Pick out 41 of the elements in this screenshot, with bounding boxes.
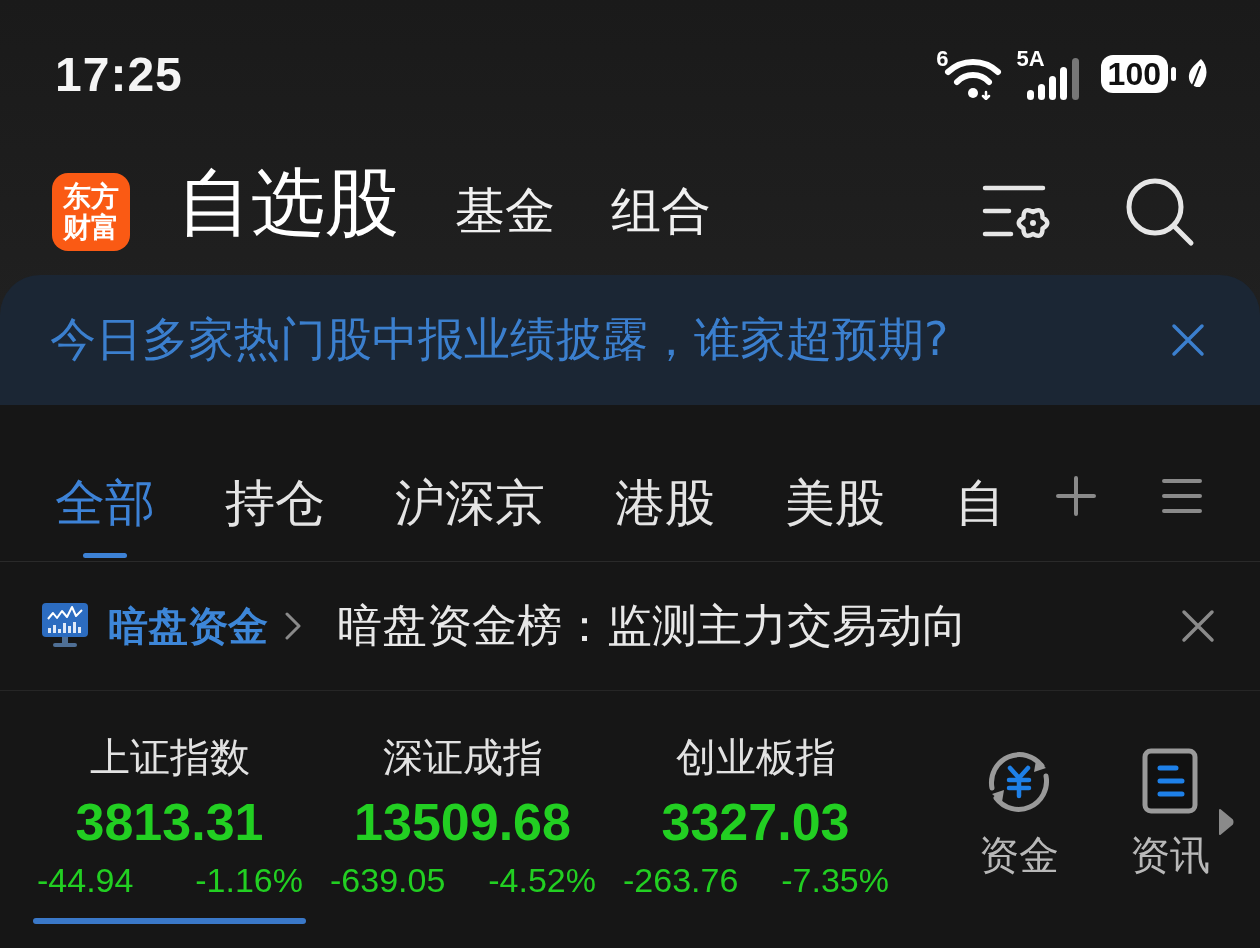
status-time: 17:25 xyxy=(55,46,183,102)
leaf-icon xyxy=(1186,58,1208,90)
header-tab[interactable]: 组合 xyxy=(611,181,711,242)
wifi-label: 6 xyxy=(936,48,949,70)
group-tab[interactable]: 持仓 xyxy=(225,445,325,560)
index-name: 深证成指 xyxy=(382,733,543,782)
index-change: -639.05 xyxy=(330,860,446,901)
index-name: 创业板指 xyxy=(675,733,836,782)
index-name: 上证指数 xyxy=(89,733,250,782)
close-icon[interactable] xyxy=(1181,609,1215,643)
battery-tip-icon xyxy=(1171,67,1176,81)
shortcut-button[interactable]: 资讯 xyxy=(1120,732,1220,879)
header-tab[interactable]: 自选股 xyxy=(177,158,399,247)
header-tab[interactable]: 基金 xyxy=(455,181,555,242)
index-percent: -1.16% xyxy=(195,860,303,901)
promo-text[interactable]: 暗盘资金榜：监测主力交易动向 xyxy=(337,596,967,656)
menu-icon[interactable] xyxy=(1162,478,1202,514)
promo-link[interactable]: 暗盘资金 xyxy=(108,598,268,654)
chevron-right-icon[interactable] xyxy=(285,611,301,641)
group-tab[interactable]: 港股 xyxy=(615,445,715,560)
group-tab[interactable]: 全部 xyxy=(55,445,155,560)
document-icon xyxy=(1142,748,1198,814)
group-tab[interactable]: 沪深京 xyxy=(395,445,545,560)
close-icon[interactable] xyxy=(1171,323,1205,357)
caret-right-icon xyxy=(1218,808,1234,836)
index-percent: -7.35% xyxy=(781,860,889,901)
plus-icon[interactable] xyxy=(1056,476,1096,516)
index-value: 13509.68 xyxy=(354,792,571,853)
index-change: -44.94 xyxy=(37,860,134,901)
index-percent: -4.52% xyxy=(488,860,596,901)
app-logo: 东方财富 xyxy=(52,172,130,251)
group-tab[interactable]: 美股 xyxy=(785,445,885,560)
index-value: 3327.03 xyxy=(661,792,850,853)
index-value: 3813.31 xyxy=(75,792,264,853)
monitor-chart-icon xyxy=(42,603,88,649)
search-icon[interactable] xyxy=(1125,176,1195,247)
index-change: -263.76 xyxy=(623,860,739,901)
battery-level: 100 xyxy=(1100,55,1168,93)
shortcut-button[interactable]: 资金 xyxy=(969,732,1069,879)
group-tab[interactable]: 自 xyxy=(955,445,1005,560)
network-label: 5A xyxy=(1016,48,1045,70)
